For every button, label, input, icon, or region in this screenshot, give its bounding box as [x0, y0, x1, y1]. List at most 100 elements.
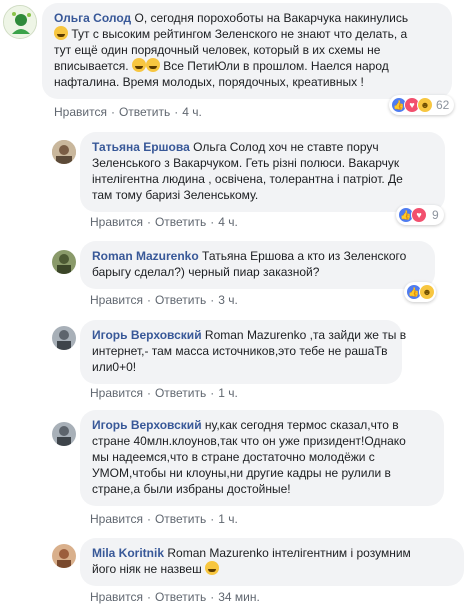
comment-author[interactable]: Ольга Солод — [54, 11, 131, 25]
comment-text: Татьяна Ершова а кто из Зеленского — [202, 249, 407, 263]
comment: Игорь Верховский Roman Mazurenko ,та зай… — [0, 316, 474, 400]
reply-button[interactable]: Ответить — [155, 293, 206, 307]
avatar[interactable] — [52, 422, 76, 446]
comment-author[interactable]: Игорь Верховский — [92, 418, 202, 432]
comment-text: УМОМ,чтобы ни клоуны,ни другие кадры не … — [92, 466, 391, 480]
reactions-summary[interactable]: 👍 ♥ 9 — [396, 205, 444, 225]
reply-button[interactable]: Ответить — [155, 215, 206, 229]
comment: Ольга Солод О, сегодня порохоботы на Вак… — [0, 0, 474, 126]
comment-bubble: Игорь Верховский ну,как сегодня термос с… — [80, 410, 444, 506]
grimace-emoji-icon — [205, 561, 220, 575]
separator: · — [146, 215, 151, 229]
comment-bubble: Roman Mazurenko Татьяна Ершова а кто из … — [80, 241, 435, 289]
comment-line: Roman Mazurenko Татьяна Ершова а кто из … — [92, 248, 423, 264]
like-button[interactable]: Нравится — [90, 293, 143, 307]
comment-actions: Нравится · Ответить · 34 мин. — [90, 590, 260, 604]
comment-text: нафталина. Время молодых, порядочных, кр… — [54, 75, 364, 89]
comment-text: Roman Mazurenko інтелігентним і розумним — [167, 546, 411, 560]
comment-actions: Нравится · Ответить · 4 ч. — [90, 215, 238, 229]
comment-text: Roman Mazurenko ,та зайди же ты в — [204, 328, 407, 342]
reactions-summary[interactable]: 👍 ☻ — [404, 282, 436, 302]
comment: Roman Mazurenko Татьяна Ершова а кто из … — [0, 236, 474, 316]
comment-text: или0+0! — [92, 360, 137, 374]
avatar-image — [4, 6, 36, 38]
comment-text: Тут с высоким рейтингом Зеленского не зн… — [71, 27, 408, 41]
comment-text: Ольга Солод хоч не ставте поруч — [193, 140, 379, 154]
reply-button[interactable]: Ответить — [155, 512, 206, 526]
comment-line: Игорь Верховский Roman Mazurenko ,та зай… — [92, 327, 406, 343]
comment-author[interactable]: Игорь Верховский — [92, 328, 202, 342]
separator: · — [174, 105, 179, 119]
comment-text: стране,а были избраны достойные! — [92, 482, 291, 496]
comment-line: Ольга Солод О, сегодня порохоботы на Вак… — [54, 10, 440, 26]
reactions-count: 9 — [432, 208, 439, 222]
avatar[interactable] — [3, 5, 37, 39]
comment-text: його ніяк не назвеш — [92, 562, 202, 576]
avatar-image — [52, 326, 76, 350]
tongue-emoji-icon — [145, 58, 160, 72]
comment-line: вписывается. Все ПетиЮли в прошлом. Наел… — [54, 58, 440, 74]
comment-text: вписывается. — [54, 59, 129, 73]
separator: · — [210, 215, 215, 229]
separator: · — [210, 590, 215, 604]
avatar[interactable] — [52, 250, 76, 274]
comment-author[interactable]: Mila Koritnik — [92, 546, 164, 560]
timestamp[interactable]: 1 ч. — [218, 512, 238, 526]
avatar-image — [52, 544, 76, 568]
comment-text: стране 40млн.клоунов,так что он уже приз… — [92, 434, 406, 448]
reactions-summary[interactable]: 👍 ♥ ☻ 62 — [389, 95, 455, 115]
like-button[interactable]: Нравится — [90, 590, 143, 604]
comment: Татьяна Ершова Ольга Солод хоч не ставте… — [0, 126, 474, 236]
love-icon: ♥ — [411, 207, 427, 223]
grin-emoji-icon — [54, 26, 68, 40]
timestamp[interactable]: 4 ч. — [218, 215, 238, 229]
comment-author[interactable]: Roman Mazurenko — [92, 249, 199, 263]
like-button[interactable]: Нравится — [90, 512, 143, 526]
comment-bubble: Mila Koritnik Roman Mazurenko інтелігент… — [80, 538, 464, 586]
like-button[interactable]: Нравится — [90, 215, 143, 229]
comment-author[interactable]: Татьяна Ершова — [92, 140, 190, 154]
separator: · — [110, 105, 115, 119]
haha-icon: ☻ — [419, 284, 435, 300]
comment-text: тут ещё один порядочный человек, который… — [54, 43, 381, 57]
comment: Mila Koritnik Roman Mazurenko інтелігент… — [0, 532, 474, 608]
comment-actions: Нравится · Ответить · 4 ч. — [54, 105, 202, 119]
comment-text: ну,как сегодня термос сказал,что в — [204, 418, 399, 432]
comment-actions: Нравится · Ответить · 3 ч. — [90, 293, 238, 307]
comment-text: О, сегодня порохоботы на Вакарчука накин… — [134, 11, 409, 25]
grin-emoji-icon — [131, 58, 146, 72]
comment-bubble: Игорь Верховский Roman Mazurenko ,та зай… — [80, 320, 406, 384]
comment-line: його ніяк не назвеш — [92, 561, 452, 577]
comment-text: мы надеемся,что в стране достаточно моло… — [92, 450, 375, 464]
reply-button[interactable]: Ответить — [155, 590, 206, 604]
timestamp[interactable]: 34 мин. — [218, 590, 260, 604]
reactions-count: 62 — [436, 98, 450, 112]
timestamp[interactable]: 4 ч. — [182, 105, 202, 119]
comment-line: Татьяна Ершова Ольга Солод хоч не ставте… — [92, 139, 433, 155]
comment-text: Зеленського з Вакарчуком. Геть різні пол… — [92, 156, 400, 170]
separator: · — [146, 512, 151, 526]
comment-bubble: Ольга Солод О, сегодня порохоботы на Вак… — [42, 3, 452, 99]
comment-text: інтелігентна людина , освічена, толерант… — [92, 172, 403, 186]
avatar-image — [52, 422, 76, 446]
haha-icon: ☻ — [417, 97, 433, 113]
comment-actions: Нравится · Ответить · 1 ч. — [90, 512, 238, 526]
comment-bubble: Татьяна Ершова Ольга Солод хоч не ставте… — [80, 132, 445, 212]
comment-text: Все ПетиЮли в прошлом. Наелся народ — [163, 59, 389, 73]
comment: Игорь Верховский ну,как сегодня термос с… — [0, 398, 474, 532]
comment-line: Игорь Верховский ну,как сегодня термос с… — [92, 417, 432, 433]
avatar-image — [52, 140, 76, 164]
avatar[interactable] — [52, 544, 76, 568]
comment-line: Mila Koritnik Roman Mazurenko інтелігент… — [92, 545, 452, 561]
like-button[interactable]: Нравится — [54, 105, 107, 119]
timestamp[interactable]: 3 ч. — [218, 293, 238, 307]
reply-button[interactable]: Ответить — [119, 105, 170, 119]
separator: · — [146, 590, 151, 604]
avatar[interactable] — [52, 140, 76, 164]
separator: · — [146, 293, 151, 307]
comment-text: там тому баризі Зеленському. — [92, 188, 259, 202]
separator: · — [210, 512, 215, 526]
comment-text: барыгу сделал?) черный пиар заказной? — [92, 265, 320, 279]
avatar[interactable] — [52, 326, 76, 350]
separator: · — [210, 293, 215, 307]
